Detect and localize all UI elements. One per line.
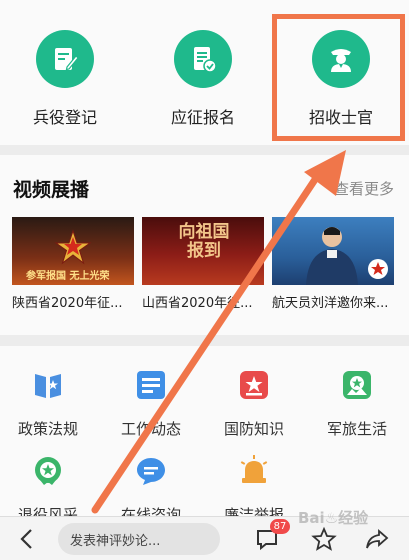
star-favorite-icon[interactable]: [311, 526, 337, 552]
service-label: 招收士官: [308, 108, 373, 127]
share-icon[interactable]: [364, 526, 390, 552]
policy-book-icon: [35, 374, 61, 398]
service-label: 应征报名: [170, 108, 235, 127]
video-thumbnail[interactable]: 向祖国报到: [142, 217, 264, 285]
function-veteran-style[interactable]: 退役风采: [0, 454, 98, 525]
alarm-light-icon: [240, 455, 268, 483]
comment-input[interactable]: 发表神评妙论...: [58, 523, 220, 555]
function-label: 政策法规: [17, 420, 78, 438]
news-list-icon: [137, 371, 165, 399]
thumbnail-text: 参军报国 无上光荣: [26, 271, 110, 282]
service-military-registration[interactable]: 兵役登记: [5, 30, 125, 128]
section-title: 视频展播: [13, 179, 90, 201]
video-thumbnail[interactable]: 参军报国 无上光荣: [12, 217, 134, 285]
thumbnail-text: 向祖国报到: [178, 222, 230, 261]
back-arrow-icon[interactable]: [16, 527, 40, 551]
checklist-icon: [174, 30, 232, 88]
function-label: 国防知识: [223, 420, 284, 438]
function-grid: 政策法规 工作动态 国防知识 军旅生活 退役风采 在线咨询 廉洁举报: [0, 346, 409, 524]
camp-photo-icon: [343, 371, 371, 399]
video-caption[interactable]: 航天员刘洋邀你来...: [272, 292, 396, 311]
service-nco-recruitment[interactable]: 招收士官: [281, 30, 401, 128]
edit-form-icon: [36, 30, 94, 88]
function-integrity-report[interactable]: 廉洁举报: [204, 454, 304, 525]
video-caption[interactable]: 山西省2020年征...: [142, 292, 266, 311]
function-label: 工作动态: [120, 420, 181, 438]
service-enlistment-signup[interactable]: 应征报名: [143, 30, 263, 128]
function-work-news[interactable]: 工作动态: [101, 368, 201, 439]
function-defense-knowledge[interactable]: 国防知识: [204, 368, 304, 439]
service-grid: 兵役登记 应征报名 招收士官: [0, 0, 409, 145]
function-military-life[interactable]: 军旅生活: [307, 368, 407, 439]
function-policy-regulations[interactable]: 政策法规: [0, 368, 98, 439]
see-more-link[interactable]: 查看更多: [334, 178, 394, 199]
function-label: 军旅生活: [326, 420, 387, 438]
video-section: 视频展播 查看更多 参军报国 无上光荣 向祖国报到 陕西省2020年征... 山…: [0, 155, 409, 335]
video-thumbnail[interactable]: [272, 217, 394, 285]
bottom-toolbar: 发表神评妙论... 87: [0, 516, 409, 560]
officer-avatar-icon: [312, 30, 370, 88]
video-caption[interactable]: 陕西省2020年征...: [12, 292, 136, 311]
star-shield-icon: [240, 371, 268, 399]
function-online-consult[interactable]: 在线咨询: [101, 454, 201, 525]
service-label: 兵役登记: [32, 108, 97, 127]
chat-bubble-icon: [137, 458, 165, 485]
comment-count-badge: 87: [270, 519, 290, 534]
veteran-medal-icon: [35, 457, 61, 485]
